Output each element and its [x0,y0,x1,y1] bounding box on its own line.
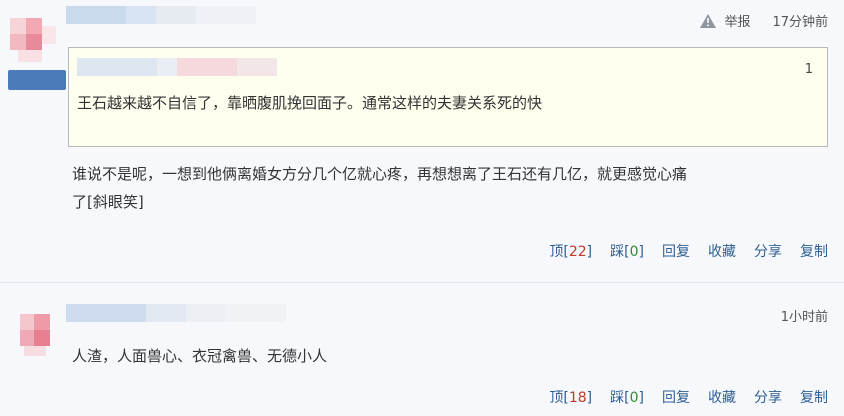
reply-button[interactable]: 回复 [662,387,690,407]
downvote-bracket-close: ] [638,390,644,406]
comment-actions: 顶[22] 踩[0] 回复 收藏 分享 复制 [531,241,828,261]
comment-actions: 顶[18] 踩[0] 回复 收藏 分享 复制 [531,387,828,407]
downvote-label: 踩 [610,390,625,406]
share-button[interactable]: 分享 [754,241,782,261]
comment-time: 17分钟前 [772,15,828,30]
avatar[interactable] [6,306,66,366]
share-button[interactable]: 分享 [754,387,782,407]
upvote-count: 22 [568,244,587,260]
comment-divider [0,282,844,283]
quote-text: 王石越来越不自信了，靠晒腹肌挽回面子。通常这样的夫妻关系死的快 [77,94,543,112]
avatar[interactable] [4,8,64,68]
upvote-label: 顶 [549,390,564,406]
copy-button[interactable]: 复制 [800,387,828,407]
downvote-button[interactable]: 踩[0] [610,387,644,407]
report-button[interactable]: 举报 [700,11,750,30]
downvote-bracket-close: ] [638,244,644,260]
quote-box: 1 王石越来越不自信了，靠晒腹肌挽回面子。通常这样的夫妻关系死的快 [68,47,828,147]
comment-time: 1小时前 [780,310,828,325]
comment-meta: 举报 17分钟前 [700,11,828,30]
user-badge [8,70,66,90]
comment-body: 谁说不是呢，一想到他俩离婚女方分几个亿就心疼，再想想离了王石还有几亿，就更感觉心… [72,160,832,216]
comment-item: 举报 17分钟前 1 王石越来越不自信了，靠晒腹肌挽回面子。通常这样的夫妻关系死… [0,0,844,282]
username-blurred[interactable] [66,304,286,322]
downvote-label: 踩 [610,244,625,260]
copy-button[interactable]: 复制 [800,241,828,261]
username-blurred[interactable] [66,6,256,24]
quote-floor-number: 1 [804,62,813,77]
reply-button[interactable]: 回复 [662,241,690,261]
comment-body-line: 谁说不是呢，一想到他俩离婚女方分几个亿就心疼，再想想离了王石还有几亿，就更感觉心… [72,165,688,183]
comment-body-line: 人渣，人面兽心、衣冠禽兽、无德小人 [72,347,328,365]
comment-body: 人渣，人面兽心、衣冠禽兽、无德小人 [72,342,832,370]
upvote-button[interactable]: 顶[18] [549,387,592,407]
downvote-button[interactable]: 踩[0] [610,241,644,261]
upvote-label: 顶 [549,244,564,260]
report-label: 举报 [724,15,751,30]
upvote-bracket-close: ] [586,244,593,260]
comment-meta: 1小时前 [781,306,828,325]
favorite-button[interactable]: 收藏 [708,241,736,261]
upvote-bracket-close: ] [586,390,593,406]
warning-triangle-icon [700,13,717,28]
downvote-count: 0 [629,390,639,406]
upvote-count: 18 [568,390,587,406]
quoted-username-blurred [77,58,277,76]
downvote-count: 0 [629,244,639,260]
upvote-button[interactable]: 顶[22] [549,241,592,261]
favorite-button[interactable]: 收藏 [708,387,736,407]
comment-body-line: 了[斜眼笑] [72,193,144,211]
